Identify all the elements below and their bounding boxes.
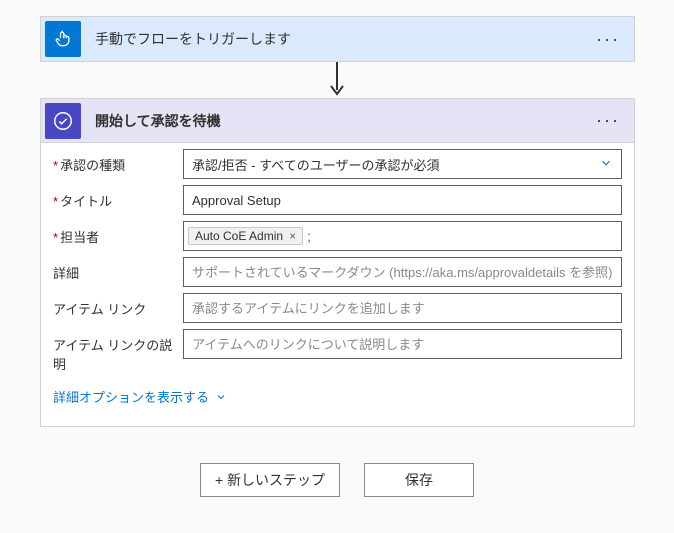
chevron-down-icon [215,391,227,403]
approval-action-card: 開始して承認を待機 ··· *承認の種類 承認/拒否 - すべてのユーザーの承認… [40,98,635,427]
approval-type-select[interactable]: 承認/拒否 - すべてのユーザーの承認が必須 [183,149,622,179]
remove-token-icon[interactable]: × [289,229,296,243]
approval-type-label: *承認の種類 [53,149,183,174]
trigger-title: 手動でフローをトリガーします [85,29,582,49]
item-link-desc-input[interactable] [183,329,622,359]
item-link-desc-label: アイテム リンクの説明 [53,329,183,373]
trigger-card: 手動でフローをトリガーします ··· [40,16,635,62]
save-button[interactable]: 保存 [364,463,474,497]
action-header[interactable]: 開始して承認を待機 ··· [41,99,634,143]
chevron-down-icon [599,156,613,173]
approval-type-value: 承認/拒否 - すべてのユーザーの承認が必須 [192,155,439,174]
footer-actions: + 新しいステップ 保存 [40,463,634,497]
title-label: *タイトル [53,185,183,210]
assigned-input[interactable]: Auto CoE Admin × ; [183,221,622,251]
manual-trigger-icon [45,21,81,57]
details-label: 詳細 [53,257,183,282]
assigned-label: *担当者 [53,221,183,246]
action-title: 開始して承認を待機 [85,111,582,131]
title-input[interactable] [183,185,622,215]
approval-icon [45,103,81,139]
trigger-menu-icon[interactable]: ··· [582,29,634,50]
new-step-button[interactable]: + 新しいステップ [200,463,340,497]
trigger-header[interactable]: 手動でフローをトリガーします ··· [41,17,634,61]
token-separator: ; [307,228,311,244]
item-link-input[interactable] [183,293,622,323]
flow-connector-arrow [40,62,634,98]
show-advanced-link[interactable]: 詳細オプションを表示する [41,373,239,410]
item-link-label: アイテム リンク [53,293,183,318]
assigned-token[interactable]: Auto CoE Admin × [188,227,303,245]
action-menu-icon[interactable]: ··· [582,110,634,131]
details-input[interactable] [183,257,622,287]
